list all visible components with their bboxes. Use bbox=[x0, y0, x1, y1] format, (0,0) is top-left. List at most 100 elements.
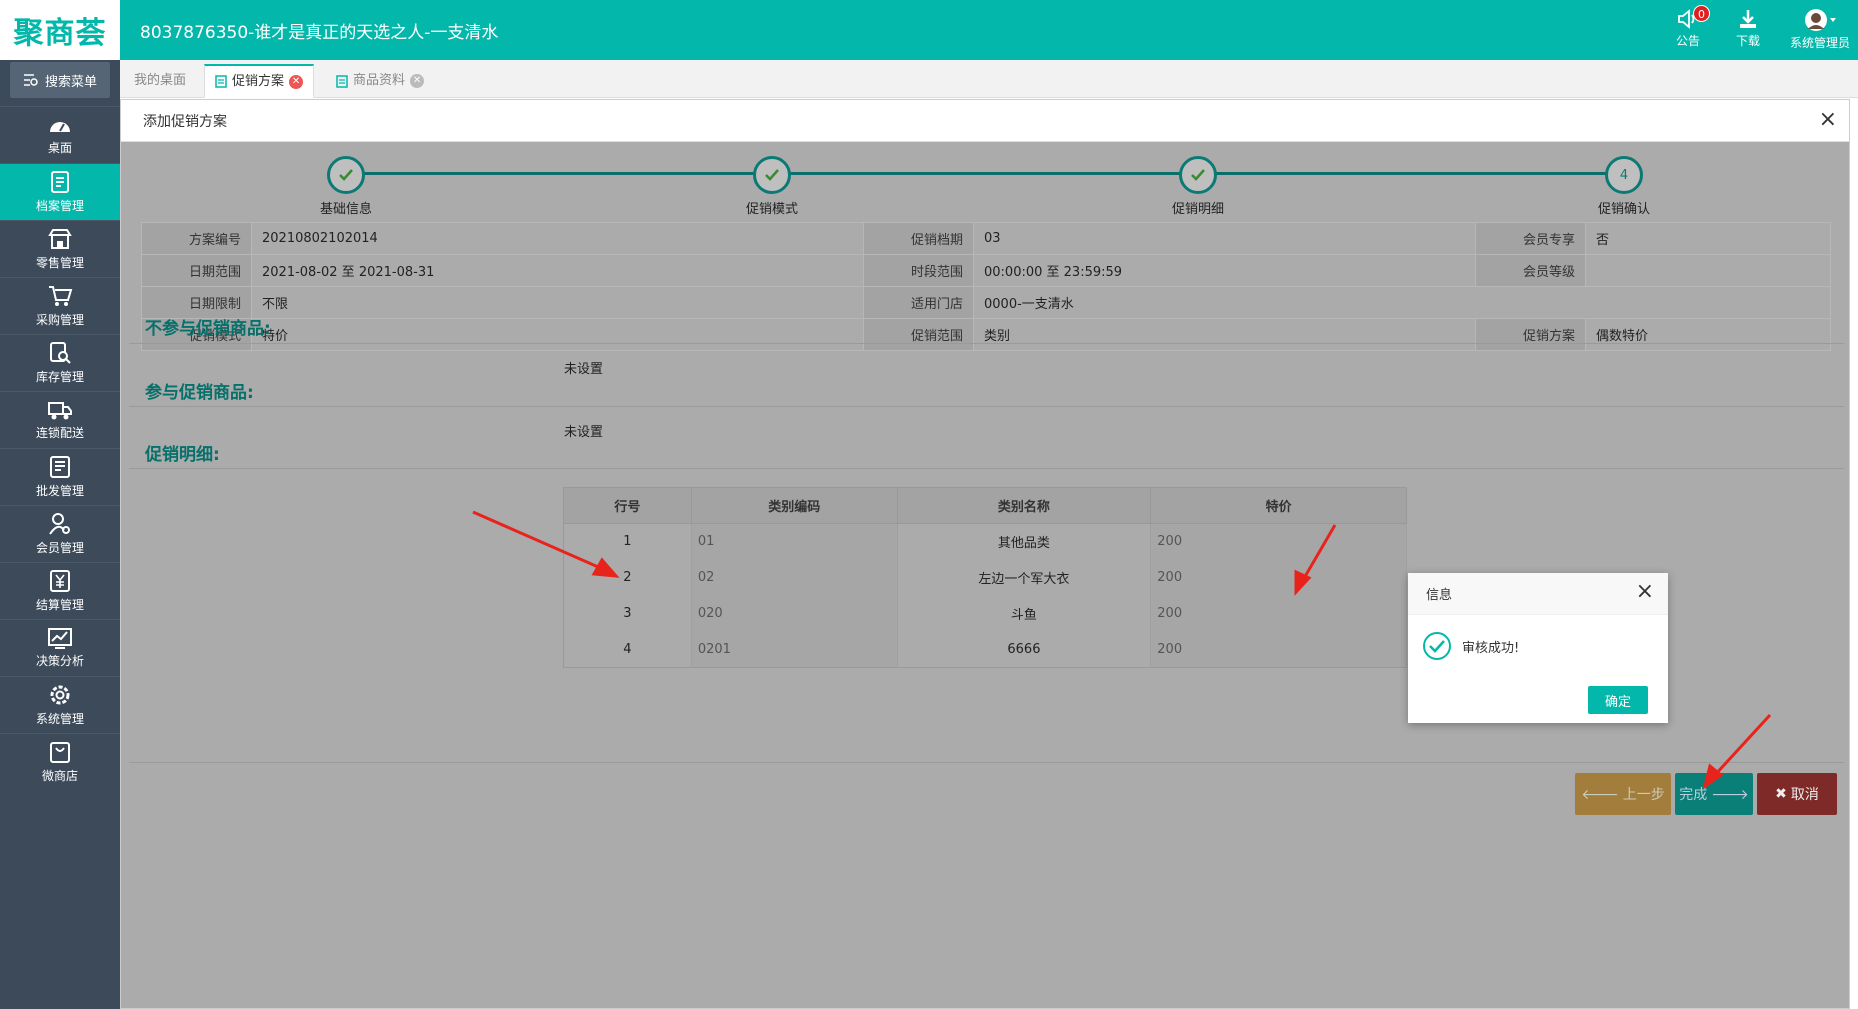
cancel-button[interactable]: ✖ 取消 bbox=[1757, 773, 1837, 815]
row-no: 3 bbox=[563, 595, 692, 632]
special-price: 200 bbox=[1150, 523, 1407, 560]
sidebar-item-purchase[interactable]: 采购管理 bbox=[0, 277, 120, 334]
column-header[interactable]: 类别名称 bbox=[896, 487, 1152, 524]
promo-detail-title: 促销明细: bbox=[145, 445, 220, 465]
announcement-button[interactable]: 0 公告 bbox=[1660, 5, 1716, 49]
category-name: 6666 bbox=[897, 631, 1152, 668]
logo-text: 聚商荟 bbox=[13, 16, 107, 51]
close-icon[interactable]: ✕ bbox=[410, 74, 425, 88]
member-level-value bbox=[1585, 254, 1831, 287]
sidebar-item-wholesale[interactable]: 批发管理 bbox=[0, 448, 120, 505]
mode-value: 特价 bbox=[251, 318, 864, 351]
step-check-icon bbox=[1179, 156, 1217, 194]
sidebar-item-desktop[interactable]: 桌面 bbox=[0, 106, 120, 163]
download-label: 下载 bbox=[1735, 34, 1760, 48]
sidebar-item-delivery[interactable]: 连锁配送 bbox=[0, 391, 120, 448]
sidebar-item-label: 连锁配送 bbox=[35, 426, 84, 440]
sidebar-item-retail[interactable]: 零售管理 bbox=[0, 220, 120, 277]
column-header[interactable]: 特价 bbox=[1150, 487, 1407, 524]
store-label: 适用门店 bbox=[863, 286, 974, 319]
step-promo-detail: 促销明细 bbox=[1148, 156, 1248, 217]
info-modal: 信息 × 审核成功! 确定 bbox=[1408, 573, 1668, 723]
category-code: 020 bbox=[691, 595, 898, 632]
arrow-right-icon: 🡒 bbox=[1711, 786, 1749, 803]
table-row[interactable]: 3 020 斗鱼 200 bbox=[563, 595, 1407, 632]
search-menu-button[interactable]: 搜索菜单 bbox=[10, 62, 110, 98]
tab-my-desktop[interactable]: 我的桌面 bbox=[124, 64, 196, 98]
date-limit-value: 不限 bbox=[251, 286, 864, 319]
table-row[interactable]: 1 01 其他品类 200 bbox=[563, 523, 1407, 560]
table-row[interactable]: 4 0201 6666 200 bbox=[563, 631, 1407, 668]
sidebar-item-system[interactable]: 系统管理 bbox=[0, 676, 120, 733]
step-promo-mode: 促销模式 bbox=[722, 156, 822, 217]
tab-bar: 我的桌面 促销方案 ✕ 商品资料 ✕ bbox=[120, 60, 1858, 98]
tab-product-info[interactable]: 商品资料 ✕ bbox=[326, 64, 434, 98]
special-price: 200 bbox=[1150, 559, 1407, 596]
dashboard-icon bbox=[50, 122, 70, 132]
download-icon bbox=[1740, 10, 1756, 28]
sidebar-item-microshop[interactable]: 微商店 bbox=[0, 733, 120, 790]
category-code: 01 bbox=[691, 523, 898, 560]
step-label: 促销模式 bbox=[745, 202, 798, 217]
cross-icon: ✖ bbox=[1775, 786, 1787, 802]
divider bbox=[129, 762, 1844, 763]
finish-button[interactable]: 完成 🡒 bbox=[1675, 773, 1753, 815]
sidebar-item-label: 系统管理 bbox=[35, 712, 84, 726]
category-code: 0201 bbox=[691, 631, 898, 668]
step-promo-confirm: 4 促销确认 bbox=[1574, 156, 1674, 217]
included-products-value: 未设置 bbox=[564, 425, 604, 440]
category-code: 02 bbox=[691, 559, 898, 596]
search-menu-label: 搜索菜单 bbox=[44, 74, 97, 90]
dialog-close-button[interactable]: × bbox=[1819, 109, 1837, 131]
gear-icon bbox=[50, 685, 70, 705]
finish-label: 完成 bbox=[1679, 787, 1708, 803]
sidebar-item-inventory[interactable]: 库存管理 bbox=[0, 334, 120, 391]
period-label: 促销档期 bbox=[863, 222, 974, 255]
tab-label: 商品资料 bbox=[353, 73, 406, 88]
member-only-value: 否 bbox=[1585, 222, 1831, 255]
row-no: 4 bbox=[563, 631, 692, 668]
close-icon[interactable]: ✕ bbox=[289, 74, 304, 89]
step-check-icon bbox=[327, 156, 365, 194]
prev-step-button[interactable]: 🡐 上一步 bbox=[1575, 773, 1671, 815]
period-value: 03 bbox=[973, 222, 1476, 255]
sidebar-item-label: 结算管理 bbox=[35, 598, 84, 612]
scheme-label: 促销方案 bbox=[1475, 318, 1586, 351]
store-icon bbox=[48, 229, 72, 249]
sidebar-item-label: 桌面 bbox=[47, 141, 72, 155]
sidebar-item-member[interactable]: 会员管理 bbox=[0, 505, 120, 562]
avatar-icon bbox=[1805, 9, 1836, 31]
announcement-label: 公告 bbox=[1675, 34, 1700, 48]
member-only-label: 会员专享 bbox=[1475, 222, 1586, 255]
modal-ok-button[interactable]: 确定 bbox=[1588, 686, 1648, 714]
sidebar-item-archive[interactable]: 档案管理 bbox=[0, 163, 120, 220]
step-basic-info: 基础信息 bbox=[296, 156, 396, 217]
category-name: 其他品类 bbox=[897, 523, 1152, 560]
yen-icon bbox=[50, 570, 70, 592]
stepper: 基础信息 促销模式 促销明细 4 促销确认 bbox=[121, 152, 1851, 222]
modal-header: 信息 bbox=[1408, 573, 1668, 615]
document-icon bbox=[336, 74, 348, 88]
column-header[interactable]: 类别编码 bbox=[690, 487, 898, 524]
document-icon bbox=[215, 75, 227, 88]
top-bar: 聚商荟 8037876350-谁才是真正的天选之人-一支清水 0 公告 下载 系… bbox=[0, 0, 1858, 60]
modal-close-button[interactable]: × bbox=[1636, 581, 1654, 603]
sidebar-item-analysis[interactable]: 决策分析 bbox=[0, 619, 120, 676]
step-label: 促销确认 bbox=[1597, 202, 1650, 217]
table-row[interactable]: 2 02 左边一个军大衣 200 bbox=[563, 559, 1407, 596]
included-products-title: 参与促销商品: bbox=[145, 383, 254, 403]
download-button[interactable]: 下载 bbox=[1720, 8, 1776, 49]
tab-label: 促销方案 bbox=[232, 73, 285, 89]
sidebar-item-settlement[interactable]: 结算管理 bbox=[0, 562, 120, 619]
success-check-icon bbox=[1423, 632, 1451, 660]
sidebar-item-label: 批发管理 bbox=[35, 484, 84, 498]
sidebar-item-label: 库存管理 bbox=[35, 370, 84, 384]
special-price: 200 bbox=[1150, 595, 1407, 632]
user-menu[interactable]: 系统管理员 bbox=[1782, 8, 1858, 51]
chart-icon bbox=[48, 628, 72, 649]
step-check-icon bbox=[753, 156, 791, 194]
tab-promotion-plan[interactable]: 促销方案 ✕ bbox=[204, 64, 315, 98]
excluded-products-value: 未设置 bbox=[564, 362, 604, 377]
column-header[interactable]: 行号 bbox=[563, 487, 692, 524]
prev-step-label: 上一步 bbox=[1622, 787, 1665, 803]
